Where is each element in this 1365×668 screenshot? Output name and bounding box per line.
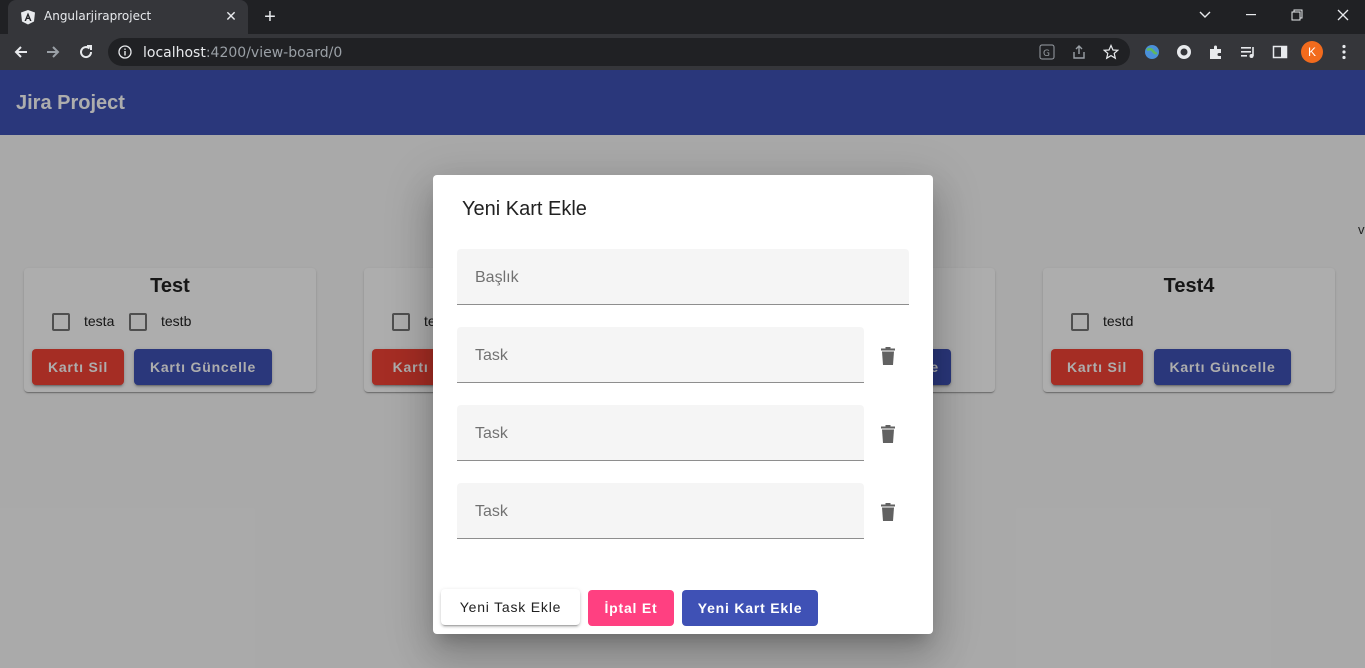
tab-search-icon[interactable] — [1182, 0, 1228, 30]
angular-icon — [21, 10, 35, 25]
task-input[interactable] — [473, 483, 852, 540]
back-icon[interactable] — [8, 39, 34, 65]
share-icon[interactable] — [1068, 41, 1090, 63]
delete-task-icon[interactable] — [878, 423, 898, 445]
forward-icon[interactable] — [40, 39, 66, 65]
browser-toolbar: localhost:4200/view-board/0 G K — [0, 34, 1365, 70]
svg-text:G: G — [1043, 49, 1050, 59]
close-window-icon[interactable] — [1320, 0, 1365, 30]
dialog-title: Yeni Kart Ekle — [462, 198, 587, 220]
task-input[interactable] — [473, 405, 852, 462]
address-bar[interactable]: localhost:4200/view-board/0 G — [108, 38, 1130, 66]
extension-circle-icon[interactable] — [1173, 41, 1195, 63]
extension-globe-icon[interactable] — [1141, 41, 1163, 63]
media-queue-icon[interactable] — [1237, 41, 1259, 63]
site-info-icon[interactable] — [118, 45, 132, 59]
add-task-button[interactable]: Yeni Task Ekle — [441, 589, 580, 625]
reload-icon[interactable] — [73, 39, 99, 65]
profile-avatar[interactable]: K — [1301, 41, 1323, 63]
title-input[interactable] — [473, 249, 897, 306]
minimize-icon[interactable] — [1228, 0, 1274, 30]
browser-tab[interactable]: Angularjiraproject ✕ — [8, 0, 248, 34]
submit-card-button[interactable]: Yeni Kart Ekle — [682, 590, 818, 626]
title-field[interactable] — [457, 249, 909, 306]
side-panel-icon[interactable] — [1269, 41, 1291, 63]
menu-kebab-icon[interactable] — [1333, 41, 1355, 63]
task-field[interactable] — [457, 483, 864, 540]
task-input[interactable] — [473, 327, 852, 384]
cancel-button[interactable]: İptal Et — [588, 590, 674, 626]
extensions-puzzle-icon[interactable] — [1205, 41, 1227, 63]
tab-title: Angularjiraproject — [44, 9, 152, 23]
url-text: localhost:4200/view-board/0 — [143, 45, 343, 61]
translate-icon[interactable]: G — [1036, 41, 1058, 63]
delete-task-icon[interactable] — [878, 345, 898, 367]
new-card-dialog: Yeni Kart Ekle Yeni Task Ekle İptal Et Y… — [433, 175, 933, 634]
restore-icon[interactable] — [1274, 0, 1320, 30]
browser-tab-bar: Angularjiraproject ✕ + — [0, 0, 1365, 34]
task-field[interactable] — [457, 327, 864, 384]
close-tab-icon[interactable]: ✕ — [222, 7, 240, 25]
bookmark-star-icon[interactable] — [1100, 41, 1122, 63]
delete-task-icon[interactable] — [878, 501, 898, 523]
task-field[interactable] — [457, 405, 864, 462]
new-tab-icon[interactable]: + — [258, 6, 282, 28]
